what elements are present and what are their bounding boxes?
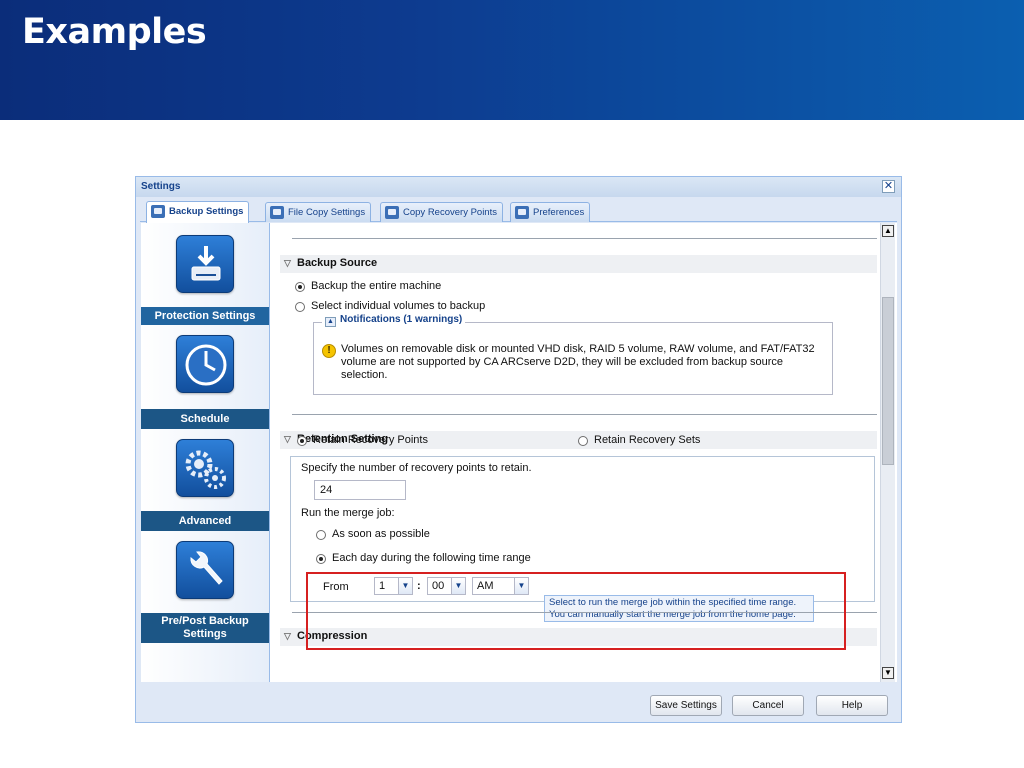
merge-prompt: Run the merge job:: [301, 507, 395, 519]
tab-label: Backup Settings: [169, 206, 244, 217]
radio-merge-asap[interactable]: [316, 530, 326, 540]
radio-label: Each day during the following time range: [332, 552, 531, 564]
nav-label: Schedule: [141, 409, 269, 429]
save-settings-button[interactable]: Save Settings: [650, 695, 722, 716]
dialog-titlebar[interactable]: Settings ✕: [136, 177, 901, 197]
highlight-box: [306, 572, 846, 650]
tab-copy-recovery-points[interactable]: Copy Recovery Points: [380, 202, 503, 222]
section-backup-source[interactable]: ▽ Backup Source: [280, 255, 877, 273]
radio-label: Retain Recovery Points: [313, 434, 428, 446]
nav-protection-settings[interactable]: Protection Settings: [141, 223, 270, 325]
settings-dialog: Settings ✕ Backup Settings File Copy Set…: [135, 176, 902, 723]
tab-preferences[interactable]: Preferences: [510, 202, 591, 222]
section-title: Backup Source: [297, 257, 378, 269]
radio-label: Retain Recovery Sets: [594, 434, 701, 446]
nav-schedule[interactable]: Schedule: [141, 327, 270, 429]
close-icon: ✕: [883, 180, 894, 192]
tab-label: File Copy Settings: [288, 207, 366, 218]
slide-title: Examples: [22, 12, 207, 52]
notifications-title: Notifications (1 warnings): [340, 314, 463, 325]
collapse-toggle-icon[interactable]: ▲: [325, 317, 336, 327]
scroll-down-icon[interactable]: ▼: [882, 667, 894, 679]
radio-label: Select individual volumes to backup: [311, 300, 486, 312]
preferences-icon: [515, 206, 529, 219]
file-copy-icon: [270, 206, 284, 219]
tab-bar: Backup Settings File Copy Settings Copy …: [140, 201, 897, 223]
notifications-panel: ▲ Notifications (1 warnings) ! Volumes on…: [313, 314, 833, 395]
download-drive-icon: [176, 235, 234, 293]
divider: [292, 238, 877, 239]
notifications-legend[interactable]: ▲ Notifications (1 warnings): [322, 314, 466, 327]
radio-retain-points[interactable]: [297, 436, 307, 446]
warning-icon: !: [322, 344, 336, 358]
gears-icon: [176, 439, 234, 497]
warning-text: Volumes on removable disk or mounted VHD…: [341, 343, 815, 381]
radio-backup-entire[interactable]: [295, 282, 305, 292]
divider: [292, 414, 877, 415]
collapse-icon: ▽: [284, 631, 291, 641]
radio-merge-daily[interactable]: [316, 554, 326, 564]
scroll-up-icon[interactable]: ▲: [882, 225, 894, 237]
help-button[interactable]: Help: [816, 695, 888, 716]
tab-label: Preferences: [533, 207, 585, 218]
radio-retain-sets[interactable]: [578, 436, 588, 446]
nav-label: Protection Settings: [141, 307, 269, 325]
tab-label: Copy Recovery Points: [403, 207, 497, 218]
nav-label: Advanced: [141, 511, 269, 531]
dialog-title: Settings: [141, 181, 181, 192]
recovery-points-input[interactable]: 24: [314, 480, 406, 500]
clock-icon: [176, 335, 234, 393]
collapse-icon: ▽: [284, 258, 291, 268]
left-nav: Protection Settings Schedule Advanced Pr…: [141, 223, 270, 682]
radio-select-volumes[interactable]: [295, 302, 305, 312]
cancel-button[interactable]: Cancel: [732, 695, 804, 716]
copy-recovery-icon: [385, 206, 399, 219]
nav-pre-post-backup-settings[interactable]: Pre/Post Backup Settings: [141, 533, 270, 643]
nav-label: Pre/Post Backup Settings: [141, 613, 269, 643]
collapse-icon: ▽: [284, 434, 291, 444]
radio-label: Backup the entire machine: [311, 280, 442, 292]
slide-header: Examples: [0, 0, 1024, 120]
content-scrollbar[interactable]: ▲ ▼: [880, 223, 895, 682]
tab-file-copy-settings[interactable]: File Copy Settings: [265, 202, 372, 222]
points-prompt: Specify the number of recovery points to…: [301, 462, 532, 474]
tab-backup-settings[interactable]: Backup Settings: [146, 201, 250, 223]
scrollbar-thumb[interactable]: [882, 297, 894, 465]
nav-advanced[interactable]: Advanced: [141, 431, 270, 533]
button-bar: Save Settings Cancel Help: [141, 682, 897, 720]
radio-label: As soon as possible: [332, 528, 430, 540]
backup-icon: [151, 205, 165, 218]
wrench-icon: [176, 541, 234, 599]
close-button[interactable]: ✕: [882, 180, 895, 193]
